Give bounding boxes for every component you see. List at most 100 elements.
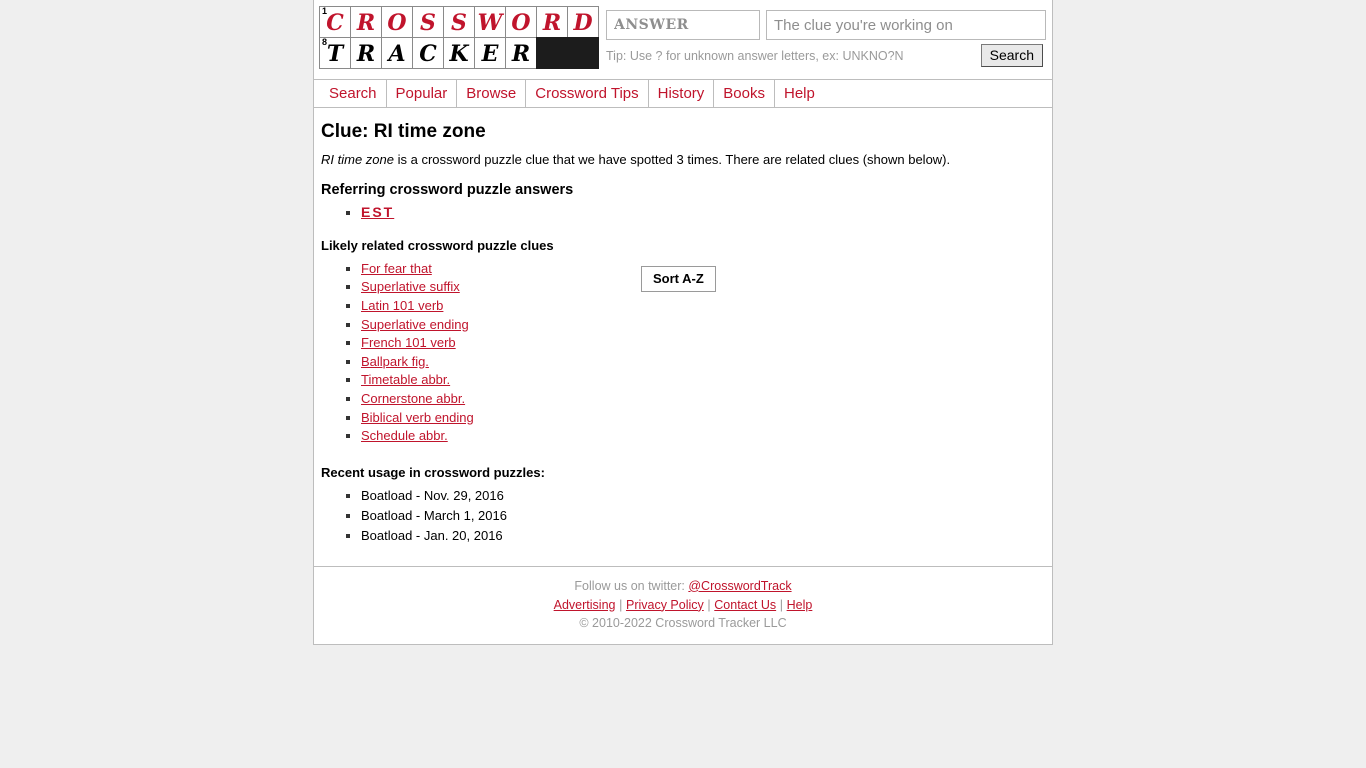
sort-area: Sort A-Z	[641, 261, 716, 292]
footer-twitter-link[interactable]: @CrosswordTrack	[688, 579, 791, 593]
related-clue-link[interactable]: Superlative suffix	[361, 279, 460, 294]
list-item: Boatload - March 1, 2016	[361, 508, 1045, 525]
logo-cell-number: 1	[322, 6, 328, 16]
logo-cell: 8 T	[319, 37, 351, 69]
search-tip: Tip: Use ? for unknown answer letters, e…	[606, 48, 904, 63]
related-clue-link[interactable]: Latin 101 verb	[361, 298, 443, 313]
related-clue-link[interactable]: Cornerstone abbr.	[361, 391, 465, 406]
footer-separator: |	[619, 597, 623, 612]
logo-cell: K	[443, 37, 475, 69]
tip-row: Tip: Use ? for unknown answer letters, e…	[606, 44, 1046, 67]
nav-item-search[interactable]: Search	[320, 80, 387, 107]
logo-cell: O	[505, 6, 537, 38]
logo-cell: R	[505, 37, 537, 69]
logo-cell: W	[474, 6, 506, 38]
logo-cell-letter: D	[573, 10, 593, 36]
list-item: EST	[361, 204, 1045, 220]
related-clue-link[interactable]: Biblical verb ending	[361, 410, 474, 425]
nav-item-history[interactable]: History	[649, 80, 715, 107]
clue-summary-rest: is a crossword puzzle clue that we have …	[393, 151, 951, 167]
footer-link-privacy-policy[interactable]: Privacy Policy	[626, 598, 704, 612]
answer-input[interactable]	[606, 10, 760, 40]
logo-cell-letter: R	[542, 10, 562, 36]
related-clues-list: For fear that Superlative suffix Latin 1…	[321, 261, 641, 447]
recent-usage-heading: Recent usage in crossword puzzles:	[321, 464, 545, 480]
search-block: Tip: Use ? for unknown answer letters, e…	[598, 0, 1054, 67]
logo-cell: R	[350, 37, 382, 69]
logo-cell-letter: W	[477, 10, 503, 36]
list-item: Ballpark fig.	[361, 354, 641, 371]
related-clue-link[interactable]: Schedule abbr.	[361, 428, 448, 443]
nav-item-crossword-tips[interactable]: Crossword Tips	[526, 80, 649, 107]
list-item: For fear that	[361, 261, 641, 278]
clue-summary-term: RI time zone	[321, 151, 394, 167]
site-header-shell: 1 C R O S S W O R D 8 T R A C K E R ANSW…	[313, 0, 1053, 567]
related-clue-link[interactable]: Superlative ending	[361, 317, 469, 332]
logo-cell: S	[412, 6, 444, 38]
logo-cell-letter: E	[481, 41, 499, 67]
related-clue-link[interactable]: For fear that	[361, 261, 432, 276]
nav-item-popular[interactable]: Popular	[387, 80, 458, 107]
clue-input[interactable]	[766, 10, 1046, 40]
list-item: Schedule abbr.	[361, 428, 641, 445]
logo-cell-letter: O	[511, 10, 531, 36]
footer-separator: |	[707, 597, 711, 612]
logo-cell-letter: K	[449, 41, 469, 67]
nav-item-help[interactable]: Help	[775, 80, 824, 107]
search-row	[606, 10, 1046, 40]
answer-link-est[interactable]: EST	[361, 204, 394, 220]
logo-cell-letter: R	[511, 41, 531, 67]
recent-usage-list: Boatload - Nov. 29, 2016 Boatload - Marc…	[321, 488, 1045, 545]
list-item: Superlative ending	[361, 317, 641, 334]
logo-cell: 1 C	[319, 6, 351, 38]
footer-twitter-label: Follow us on twitter:	[574, 578, 689, 593]
related-clue-link[interactable]: Ballpark fig.	[361, 354, 429, 369]
site-logo[interactable]: 1 C R O S S W O R D 8 T R A C K E R	[319, 6, 599, 69]
logo-cell-letter: A	[388, 41, 406, 67]
list-item: Boatload - Nov. 29, 2016	[361, 488, 1045, 505]
logo-cell-letter: R	[356, 41, 376, 67]
logo-cell-letter: S	[451, 10, 467, 36]
nav-item-browse[interactable]: Browse	[457, 80, 527, 107]
site-footer: Follow us on twitter: @CrosswordTrack Ad…	[313, 566, 1053, 646]
logo-cell: O	[381, 6, 413, 38]
page-title: Clue: RI time zone	[321, 121, 486, 142]
list-item: Superlative suffix	[361, 279, 641, 296]
logo-cell-blank	[536, 37, 568, 69]
answers-heading: Referring crossword puzzle answers	[321, 181, 574, 198]
footer-separator: |	[779, 597, 783, 612]
logo-cell-blank	[567, 37, 599, 69]
footer-link-contact-us[interactable]: Contact Us	[714, 598, 776, 612]
logo-cell-letter: S	[420, 10, 436, 36]
logo-cell-letter: R	[356, 10, 376, 36]
main-content: Clue: RI time zone RI time zone is a cro…	[314, 108, 1052, 566]
related-clues-wrapper: For fear that Superlative suffix Latin 1…	[321, 261, 1045, 447]
list-item: Timetable abbr.	[361, 372, 641, 389]
logo-cell: D	[567, 6, 599, 38]
logo-row-1: 1 C R O S S W O R D	[319, 6, 599, 38]
logo-cell: R	[350, 6, 382, 38]
logo-cell-letter: O	[387, 10, 407, 36]
main-navigation: Search Popular Browse Crossword Tips His…	[314, 80, 1052, 108]
list-item: Biblical verb ending	[361, 410, 641, 427]
footer-link-advertising[interactable]: Advertising	[554, 598, 616, 612]
logo-cell: E	[474, 37, 506, 69]
logo-cell: A	[381, 37, 413, 69]
site-header: 1 C R O S S W O R D 8 T R A C K E R ANSW…	[314, 0, 1052, 80]
logo-cell: C	[412, 37, 444, 69]
list-item: Latin 101 verb	[361, 298, 641, 315]
answers-list: EST	[321, 204, 1045, 220]
search-button[interactable]: Search	[980, 44, 1043, 67]
footer-links-row: Advertising | Privacy Policy | Contact U…	[314, 596, 1052, 615]
footer-copyright: © 2010-2022 Crossword Tracker LLC	[579, 616, 787, 631]
footer-twitter-row: Follow us on twitter: @CrosswordTrack	[314, 577, 1052, 596]
list-item: Boatload - Jan. 20, 2016	[361, 528, 1045, 545]
page-container: 1 C R O S S W O R D 8 T R A C K E R ANSW…	[313, 0, 1053, 646]
sort-a-z-button[interactable]: Sort A-Z	[641, 265, 716, 292]
logo-cell-number: 8	[322, 37, 328, 47]
related-clue-link[interactable]: French 101 verb	[361, 335, 456, 350]
nav-item-books[interactable]: Books	[714, 80, 775, 107]
list-item: Cornerstone abbr.	[361, 391, 641, 408]
footer-link-help[interactable]: Help	[787, 598, 813, 612]
related-clue-link[interactable]: Timetable abbr.	[361, 372, 450, 387]
